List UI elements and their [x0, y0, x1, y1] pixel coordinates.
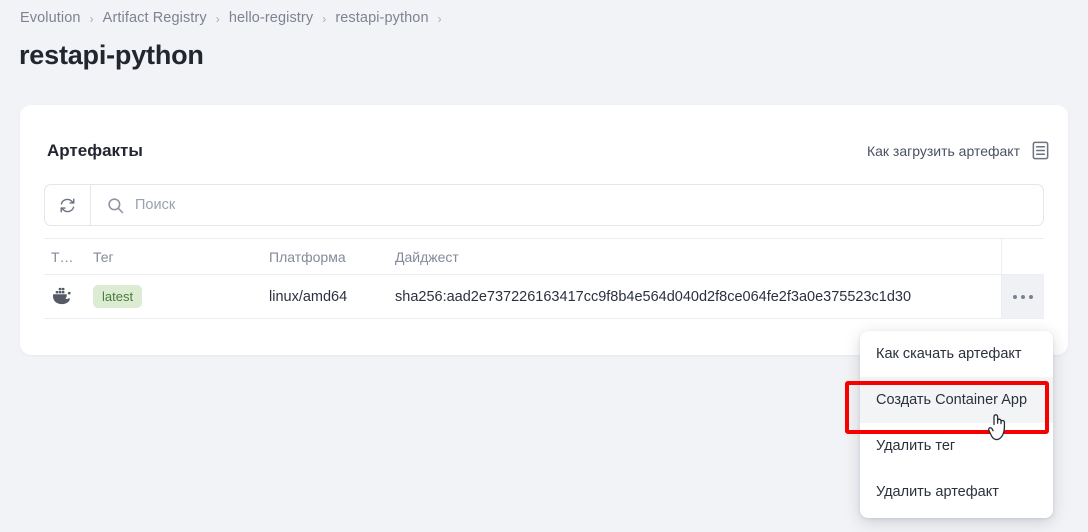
docker-whale-icon [51, 285, 93, 308]
how-to-upload-artifact-link[interactable]: Как загрузить артефакт [867, 141, 1050, 160]
column-header-actions [1001, 239, 1044, 274]
status-badge: latest [93, 285, 142, 308]
menu-item-label: Как скачать артефакт [876, 346, 1022, 362]
artifacts-card: Артефакты Как загрузить артефакт [20, 105, 1068, 355]
menu-item-label: Удалить тег [876, 438, 955, 454]
menu-item-delete-artifact[interactable]: Удалить артефакт [860, 469, 1053, 515]
menu-item-download-artifact[interactable]: Как скачать артефакт [860, 331, 1053, 377]
column-header-tag[interactable]: Тег [93, 249, 269, 265]
menu-item-delete-tag[interactable]: Удалить тег [860, 423, 1053, 469]
breadcrumb-separator-icon: › [438, 12, 442, 26]
document-icon [1031, 141, 1050, 160]
menu-item-label: Создать Container App [876, 392, 1027, 408]
search-field-wrapper [91, 185, 1043, 225]
refresh-icon [58, 196, 77, 215]
breadcrumb-separator-icon: › [216, 12, 220, 26]
breadcrumb-separator-icon: › [322, 12, 326, 26]
card-header: Артефакты Как загрузить артефакт [20, 105, 1068, 185]
search-input[interactable] [135, 197, 977, 213]
column-header-platform[interactable]: Платформа [269, 249, 395, 265]
breadcrumb: Evolution › Artifact Registry › hello-re… [20, 10, 451, 26]
artifact-digest-cell: sha256:aad2e737226163417cc9f8b4e564d040d… [395, 289, 1001, 305]
artifact-platform-cell: linux/amd64 [269, 289, 395, 305]
page-title: restapi-python [19, 40, 204, 71]
table-header-row: Т… Тег Платформа Дайджест [44, 238, 1044, 275]
column-header-digest[interactable]: Дайджест [395, 249, 1001, 265]
row-actions-button[interactable] [1001, 275, 1044, 318]
row-context-menu: Как скачать артефакт Создать Container A… [860, 331, 1053, 518]
breadcrumb-separator-icon: › [90, 12, 94, 26]
breadcrumb-item-restapi-python[interactable]: restapi-python [335, 10, 428, 26]
artifacts-table: Т… Тег Платформа Дайджест [44, 238, 1044, 319]
ellipsis-icon [1013, 295, 1033, 299]
breadcrumb-item-artifact-registry[interactable]: Artifact Registry [103, 10, 207, 26]
menu-item-create-container-app[interactable]: Создать Container App [860, 377, 1053, 423]
search-icon [107, 197, 124, 214]
how-to-upload-artifact-label: Как загрузить артефакт [867, 143, 1020, 159]
artifact-tag-cell: latest [93, 285, 269, 308]
page-root: Evolution › Artifact Registry › hello-re… [0, 0, 1088, 532]
breadcrumb-item-hello-registry[interactable]: hello-registry [229, 10, 313, 26]
search-bar [44, 184, 1044, 226]
table-row[interactable]: latest linux/amd64 sha256:aad2e737226163… [44, 275, 1044, 319]
breadcrumb-item-evolution[interactable]: Evolution [20, 10, 81, 26]
column-header-type[interactable]: Т… [44, 249, 93, 265]
menu-item-label: Удалить артефакт [876, 484, 999, 500]
artifact-type-cell [44, 285, 93, 308]
refresh-button[interactable] [45, 185, 91, 225]
card-title: Артефакты [47, 141, 143, 161]
